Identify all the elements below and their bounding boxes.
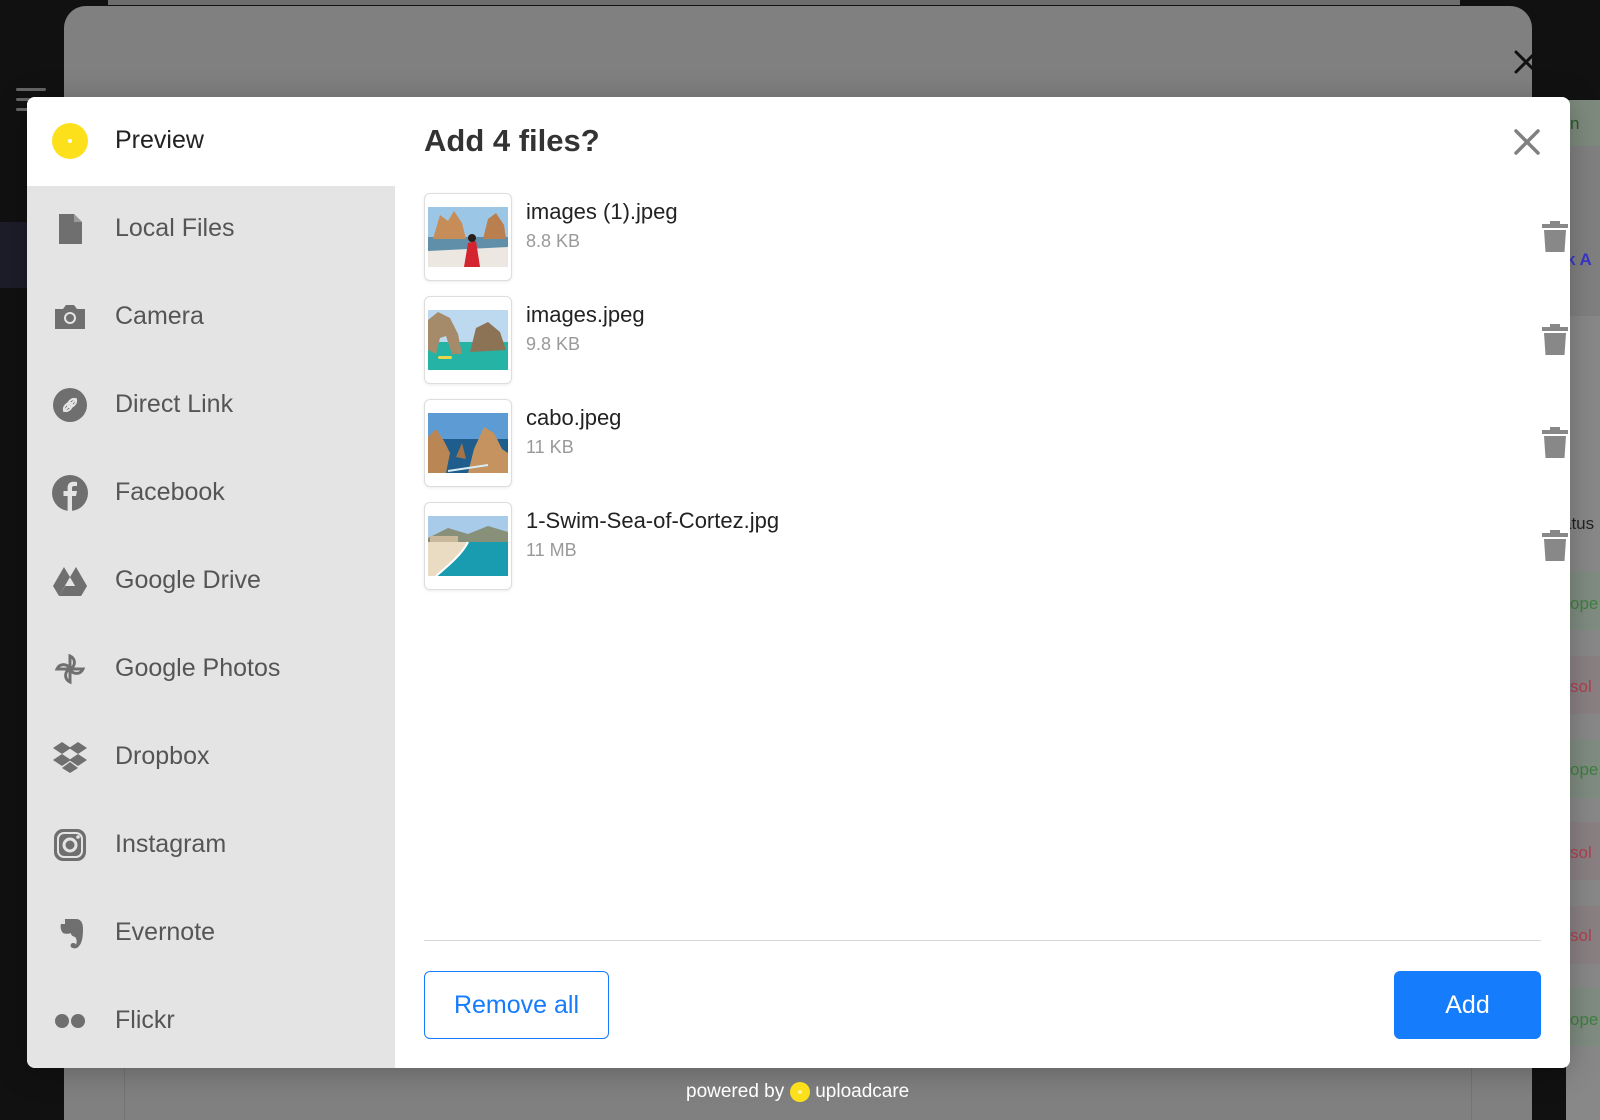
file-name: 1-Swim-Sea-of-Cortez.jpg xyxy=(526,508,780,533)
background-text: ope xyxy=(1570,594,1599,613)
uploader-dialog: Preview Local Files Camera Direct Link F… xyxy=(27,97,1570,1068)
close-icon[interactable] xyxy=(1512,127,1542,157)
file-name: cabo.jpeg xyxy=(526,405,622,430)
background-text: ope xyxy=(1570,760,1599,779)
sidebar-item-direct-link[interactable]: Direct Link xyxy=(27,361,395,449)
file-row: images.jpeg 9.8 KB xyxy=(424,296,1568,388)
sidebar-item-evernote[interactable]: Evernote xyxy=(27,889,395,977)
thumbnail-image xyxy=(428,207,508,267)
google-photos-icon xyxy=(54,653,86,685)
file-size: 8.8 KB xyxy=(526,231,581,251)
sidebar-item-label: Facebook xyxy=(115,478,225,506)
sidebar-item-label: Dropbox xyxy=(115,742,210,770)
file-size: 11 MB xyxy=(526,540,577,560)
evernote-icon xyxy=(60,919,83,949)
sidebar-item-label: Google Drive xyxy=(115,566,261,594)
link-icon xyxy=(53,388,87,422)
camera-icon xyxy=(55,305,85,329)
sidebar-item-label: Instagram xyxy=(115,830,227,858)
background-text: sol xyxy=(1570,677,1592,696)
add-button[interactable]: Add xyxy=(1394,971,1541,1039)
background-text: sol xyxy=(1570,843,1592,862)
sidebar-item-label: Evernote xyxy=(115,918,216,946)
sidebar-item-dropbox[interactable]: Dropbox xyxy=(27,713,395,801)
thumbnail-image xyxy=(428,310,508,370)
file-thumbnail xyxy=(424,502,512,590)
dropbox-icon xyxy=(53,742,87,773)
sidebar-item-google-photos[interactable]: Google Photos xyxy=(27,625,395,713)
file-size: 11 KB xyxy=(526,437,574,457)
preview-dot-icon xyxy=(52,123,88,159)
facebook-icon xyxy=(52,475,88,511)
file-thumbnail xyxy=(424,193,512,281)
sidebar-item-google-drive[interactable]: Google Drive xyxy=(27,537,395,625)
file-name: images (1).jpeg xyxy=(526,199,678,224)
file-row: 1-Swim-Sea-of-Cortez.jpg 11 MB xyxy=(424,502,1568,594)
background-text: n xyxy=(1570,114,1580,133)
dialog-title: Add 4 files? xyxy=(424,123,600,158)
background-right-strip: n k A atus ope sol ope sol sol ope xyxy=(1566,100,1600,1120)
remove-all-button[interactable]: Remove all xyxy=(424,971,609,1039)
uploadcare-logo-icon xyxy=(790,1082,811,1102)
instagram-icon xyxy=(54,829,86,861)
file-icon xyxy=(59,214,82,244)
background-text: atus xyxy=(1566,514,1595,533)
google-drive-icon xyxy=(53,567,87,596)
background-close-icon xyxy=(1514,50,1538,74)
file-name: images.jpeg xyxy=(526,302,645,327)
sidebar-item-label: Direct Link xyxy=(115,390,234,418)
sidebar-item-label: Camera xyxy=(115,302,204,330)
sidebar-item-local-files[interactable]: Local Files xyxy=(27,185,395,273)
file-thumbnail xyxy=(424,399,512,487)
powered-by-link[interactable]: powered by uploadcare xyxy=(686,1078,909,1106)
sidebar-item-instagram[interactable]: Instagram xyxy=(27,801,395,889)
file-thumbnail xyxy=(424,296,512,384)
background-top-line xyxy=(108,0,1460,5)
trash-icon[interactable] xyxy=(1541,322,1569,356)
file-row: images (1).jpeg 8.8 KB xyxy=(424,193,1568,285)
sidebar-item-facebook[interactable]: Facebook xyxy=(27,449,395,537)
sidebar-item-camera[interactable]: Camera xyxy=(27,273,395,361)
source-sidebar: Preview Local Files Camera Direct Link F… xyxy=(27,97,395,1068)
sidebar-item-label: Google Photos xyxy=(115,654,281,682)
background-text: ope xyxy=(1570,1010,1599,1029)
trash-icon[interactable] xyxy=(1541,425,1569,459)
file-size: 9.8 KB xyxy=(526,334,581,354)
background-text: sol xyxy=(1570,926,1592,945)
trash-icon[interactable] xyxy=(1541,219,1569,253)
file-row: cabo.jpeg 11 KB xyxy=(424,399,1568,491)
sidebar-item-label: Flickr xyxy=(115,1006,175,1034)
thumbnail-image xyxy=(428,413,508,473)
powered-by-text: powered by xyxy=(686,1081,785,1102)
thumbnail-image xyxy=(428,516,508,576)
sidebar-item-label: Local Files xyxy=(115,214,235,242)
brand-name: uploadcare xyxy=(815,1081,910,1102)
footer-divider xyxy=(424,940,1541,941)
sidebar-item-label: Preview xyxy=(115,126,204,154)
sidebar-item-preview[interactable]: Preview xyxy=(27,97,395,186)
sidebar-item-flickr[interactable]: Flickr xyxy=(27,977,395,1065)
flickr-icon xyxy=(55,1014,85,1028)
trash-icon[interactable] xyxy=(1541,528,1569,562)
